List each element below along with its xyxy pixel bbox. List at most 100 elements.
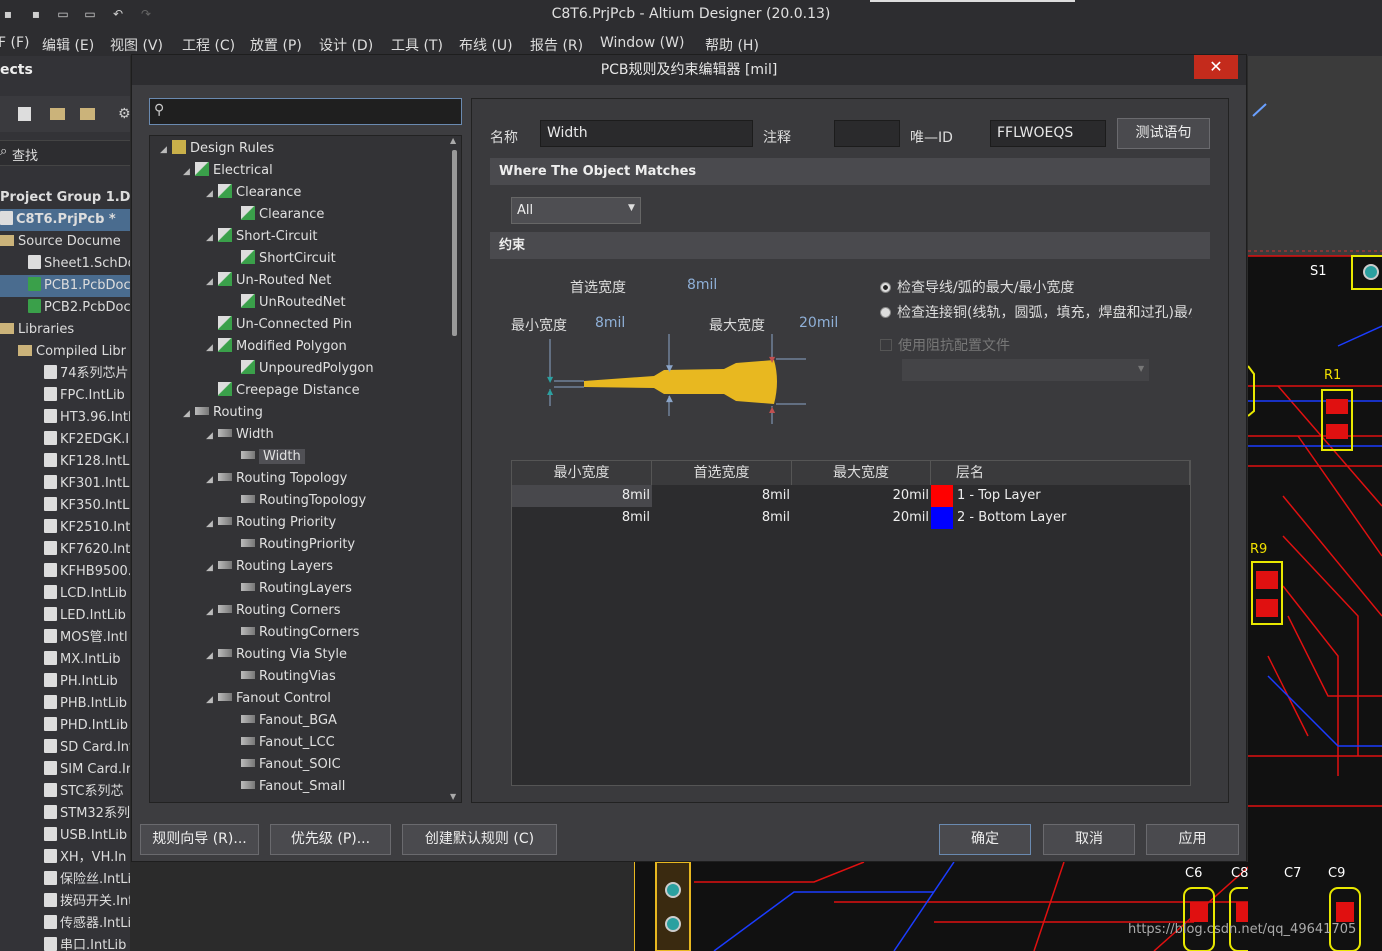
project-tree-item[interactable]: XH，VH.In <box>0 847 130 869</box>
cancel-button[interactable]: 取消 <box>1043 824 1135 855</box>
menu-place[interactable]: 放置 (P) <box>250 35 302 55</box>
folder-open-icon[interactable] <box>80 108 95 120</box>
grid-cell-layer[interactable]: 1 - Top Layer <box>957 485 1041 507</box>
comment-field[interactable] <box>834 120 900 147</box>
project-tree-item[interactable]: KFHB9500. <box>0 561 130 583</box>
rule-tree-node[interactable]: ◢ Clearance <box>150 182 446 204</box>
menu-view[interactable]: 视图 (V) <box>110 35 163 55</box>
project-tree-item[interactable]: SD Card.Int <box>0 737 130 759</box>
project-tree-item[interactable]: 74系列芯片 <box>0 363 130 385</box>
project-tree-item[interactable]: STC系列芯 <box>0 781 130 803</box>
rule-tree-node[interactable]: RoutingLayers <box>150 578 446 600</box>
expand-arrow-icon[interactable]: ◢ <box>206 645 218 667</box>
project-tree-item[interactable]: Source Docume <box>0 231 130 253</box>
expand-arrow-icon[interactable]: ◢ <box>206 271 218 293</box>
project-tree-item[interactable]: KF301.IntL <box>0 473 130 495</box>
folder-icon[interactable] <box>50 108 65 120</box>
project-tree-item[interactable]: LED.IntLib <box>0 605 130 627</box>
gear-icon[interactable]: ⚙ <box>118 106 130 122</box>
project-tree-item[interactable]: PHD.IntLib <box>0 715 130 737</box>
grid-cell-max[interactable]: 20mil <box>792 485 931 507</box>
project-tree-item[interactable]: Compiled Libr <box>0 341 130 363</box>
project-tree-item[interactable]: KF2EDGK.I <box>0 429 130 451</box>
rule-tree-node[interactable]: ◢ Routing Via Style <box>150 644 446 666</box>
project-tree-item[interactable]: USB.IntLib <box>0 825 130 847</box>
grid-row[interactable]: 8mil 8mil 20mil 1 - Top Layer <box>512 485 1190 507</box>
grid-header-pref[interactable]: 首选宽度 <box>652 461 792 485</box>
grid-header-min[interactable]: 最小宽度 <box>512 461 652 485</box>
rule-tree-node[interactable]: RoutingTopology <box>150 490 446 512</box>
rule-search-input[interactable] <box>172 102 458 121</box>
menu-tools[interactable]: 工具 (T) <box>391 35 443 55</box>
project-tree-item[interactable]: HT3.96.Intl <box>0 407 130 429</box>
project-tree-item[interactable]: KF2510.Int <box>0 517 130 539</box>
project-tree-item[interactable]: KF128.IntL <box>0 451 130 473</box>
expand-arrow-icon[interactable]: ◢ <box>183 403 195 425</box>
radio-check-track-width[interactable]: 检查导线/弧的最大/最小宽度 <box>880 277 1074 297</box>
uid-field[interactable]: FFLWOEQS <box>990 120 1106 147</box>
where-select[interactable]: All ▼ <box>511 197 641 224</box>
menu-edit[interactable]: 编辑 (E) <box>42 35 94 55</box>
expand-arrow-icon[interactable]: ◢ <box>183 161 195 183</box>
expand-arrow-icon[interactable]: ◢ <box>206 557 218 579</box>
rule-tree-node[interactable]: ◢ Routing Priority <box>150 512 446 534</box>
rule-tree-node[interactable]: ShortCircuit <box>150 248 446 270</box>
tree-scrollbar-thumb[interactable] <box>452 150 457 336</box>
name-field[interactable]: Width <box>540 120 753 147</box>
rule-tree-node[interactable]: UnpouredPolygon <box>150 358 446 380</box>
project-tree-item[interactable]: MOS管.Intl <box>0 627 130 649</box>
grid-header-layer[interactable]: 层名 <box>931 461 1190 485</box>
menu-design[interactable]: 设计 (D) <box>319 35 373 55</box>
max-width-value[interactable]: 20mil <box>799 315 838 331</box>
rule-tree-node[interactable]: ◢ Un-Routed Net <box>150 270 446 292</box>
project-tree-item[interactable]: KF7620.Int <box>0 539 130 561</box>
expand-arrow-icon[interactable]: ◢ <box>206 469 218 491</box>
rule-tree-node[interactable]: ◢ Modified Polygon <box>150 336 446 358</box>
expand-arrow-icon[interactable]: ◢ <box>206 183 218 205</box>
project-tree-item[interactable]: Libraries <box>0 319 130 341</box>
project-tree-item[interactable]: KF350.IntL <box>0 495 130 517</box>
project-tree-item[interactable]: PHB.IntLib <box>0 693 130 715</box>
grid-cell-pref[interactable]: 8mil <box>652 485 792 507</box>
menu-reports[interactable]: 报告 (R) <box>530 35 583 55</box>
grid-cell-min[interactable]: 8mil <box>512 485 652 507</box>
radio-check-copper[interactable]: 检查连接铜(线轨，圆弧，填充，焊盘和过孔)最小 <box>880 302 1192 322</box>
project-tree-item[interactable]: MX.IntLib <box>0 649 130 671</box>
project-tree-item[interactable]: 传感器.IntLib <box>0 913 130 935</box>
project-tree-item[interactable]: FPC.IntLib <box>0 385 130 407</box>
grid-cell-min[interactable]: 8mil <box>512 507 652 529</box>
pcb-bottom-area[interactable]: C6 C8 C7 <box>634 862 1301 951</box>
project-tree-item[interactable]: STM32系列 <box>0 803 130 825</box>
scroll-down-icon[interactable]: ▼ <box>450 792 456 801</box>
rule-tree-node[interactable]: ◢ Electrical <box>150 160 446 182</box>
impedance-profile-select[interactable]: ▼ <box>902 359 1149 381</box>
panel-search[interactable]: ⌕ 查找 <box>0 140 130 166</box>
rule-tree-node[interactable]: ◢ Fanout Control <box>150 688 446 710</box>
rule-tree-node[interactable]: ◢ Routing Topology <box>150 468 446 490</box>
expand-arrow-icon[interactable]: ◢ <box>206 337 218 359</box>
project-tree-item[interactable]: 拨码开关.IntLib <box>0 891 130 913</box>
grid-row[interactable]: 8mil 8mil 20mil 2 - Bottom Layer <box>512 507 1190 529</box>
expand-arrow-icon[interactable]: ◢ <box>206 227 218 249</box>
impedance-checkbox[interactable]: 使用阻抗配置文件 <box>880 335 1010 355</box>
rule-tree-node[interactable]: Fanout_SOIC <box>150 754 446 776</box>
grid-cell-max[interactable]: 20mil <box>792 507 931 529</box>
rule-wizard-button[interactable]: 规则向导 (R)... <box>140 824 259 855</box>
rule-tree-node[interactable]: ◢ Design Rules <box>150 138 446 160</box>
min-width-value[interactable]: 8mil <box>595 315 625 331</box>
rule-tree-node[interactable]: ◢ Routing Layers <box>150 556 446 578</box>
rule-tree-node[interactable]: Width <box>150 446 446 468</box>
rule-tree-node[interactable]: RoutingCorners <box>150 622 446 644</box>
expand-arrow-icon[interactable]: ◢ <box>206 425 218 447</box>
pcb-canvas[interactable]: S1 R1 R9 <box>1248 56 1382 951</box>
menu-project[interactable]: 工程 (C) <box>182 35 235 55</box>
rule-tree-node[interactable]: ◢ Routing Corners <box>150 600 446 622</box>
rule-tree-node[interactable]: ◢ Width <box>150 424 446 446</box>
rule-tree-node[interactable]: Fanout_BGA <box>150 710 446 732</box>
priority-button[interactable]: 优先级 (P)... <box>270 824 391 855</box>
grid-header-max[interactable]: 最大宽度 <box>792 461 931 485</box>
menu-file[interactable]: F (F) <box>0 35 29 51</box>
project-tree-item[interactable]: PCB1.PcbDoc <box>0 275 130 297</box>
rule-tree-node[interactable]: RoutingPriority <box>150 534 446 556</box>
grid-cell-pref[interactable]: 8mil <box>652 507 792 529</box>
